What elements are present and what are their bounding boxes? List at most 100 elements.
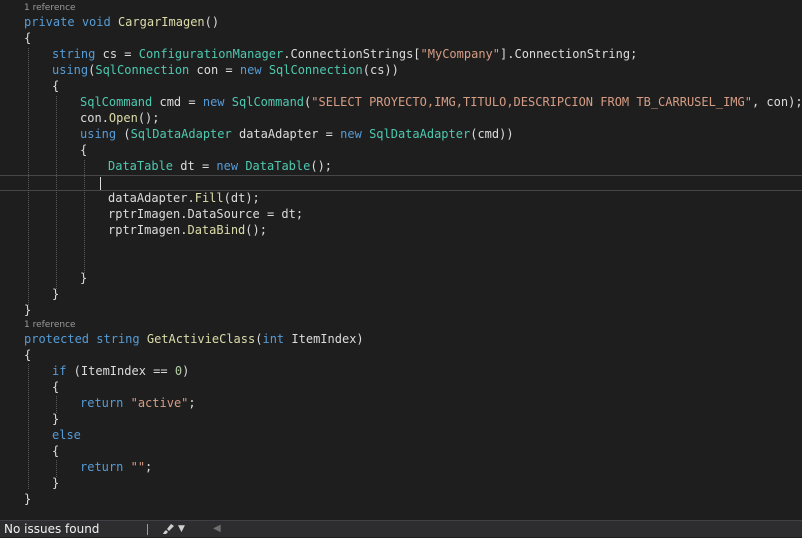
code-token: } — [80, 271, 88, 285]
code-token: "MyCompany" — [420, 47, 501, 61]
code-token: (); — [310, 159, 333, 173]
code-token: if — [52, 364, 67, 378]
code-token: . — [101, 111, 109, 125]
brush-icon[interactable] — [162, 523, 176, 535]
caret-left-icon[interactable]: ◀ — [213, 522, 221, 536]
code-line: return ""; — [80, 459, 802, 475]
code-token: )) — [384, 63, 399, 77]
code-token: return — [80, 460, 124, 474]
code-line: } — [24, 491, 802, 507]
code-token: Fill — [194, 191, 224, 205]
code-token: new — [202, 95, 225, 109]
code-editor[interactable]: 1 reference 1 reference private void Car… — [0, 0, 802, 520]
code-line: } — [80, 270, 802, 286]
code-token: ) — [356, 332, 364, 346]
code-line: rptrImagen.DataBind(); — [108, 222, 802, 238]
code-token: ( — [66, 364, 81, 378]
code-token: 0 — [174, 364, 183, 378]
code-line: } — [24, 302, 802, 318]
code-line: } — [52, 411, 802, 427]
code-token: } — [24, 492, 32, 506]
code-token: cmd — [159, 95, 182, 109]
code-token: () — [204, 15, 220, 29]
code-token: "active" — [130, 396, 189, 410]
code-token: } — [52, 287, 60, 301]
code-line: { — [52, 379, 802, 395]
code-token: = — [218, 63, 240, 77]
issues-status[interactable]: No issues found — [4, 522, 99, 537]
code-token: (); — [137, 111, 160, 125]
code-token: { — [52, 444, 60, 458]
code-token: GetActivieClass — [146, 332, 256, 346]
code-token: ItemIndex — [291, 332, 357, 346]
code-line: dataAdapter.Fill(dt); — [108, 190, 802, 206]
code-token: [ — [413, 47, 421, 61]
code-token: Open — [108, 111, 138, 125]
code-token: DataSource — [187, 207, 260, 221]
code-token: new — [340, 127, 362, 141]
code-token: )) — [499, 127, 514, 141]
code-token: ); — [788, 95, 802, 109]
code-token: else — [52, 428, 81, 442]
code-token: DataTable — [108, 159, 174, 173]
code-token: con — [80, 111, 102, 125]
code-line: con.Open(); — [80, 110, 802, 126]
code-lens-references[interactable]: 1 reference — [24, 319, 76, 331]
code-token: ); — [245, 191, 260, 205]
code-line: SqlCommand cmd = new SqlCommand("SELECT … — [80, 94, 802, 110]
indent-guide — [28, 48, 29, 305]
code-token: SqlConnection — [95, 63, 190, 77]
code-token: dt — [180, 159, 195, 173]
code-token: rptrImagen — [108, 223, 181, 237]
code-token: void — [81, 15, 111, 29]
code-token: SqlCommand — [80, 95, 153, 109]
code-token: using — [52, 63, 89, 77]
indent-guide — [56, 96, 57, 289]
status-separator — [147, 524, 148, 535]
code-token: } — [52, 476, 60, 490]
code-lens-references[interactable]: 1 reference — [24, 2, 76, 14]
code-line: } — [52, 475, 802, 491]
code-token: dt — [230, 191, 246, 205]
code-line: using (SqlDataAdapter dataAdapter = new … — [80, 126, 802, 142]
code-token: ItemIndex — [80, 364, 146, 378]
status-bar: No issues found ▼ ◀ — [0, 520, 802, 537]
code-token: int — [262, 332, 285, 346]
code-token: DataBind — [187, 223, 246, 237]
code-line: DataTable dt = new DataTable(); — [108, 158, 802, 174]
code-token: { — [52, 380, 60, 394]
code-token: dt — [281, 207, 296, 221]
code-token: dataAdapter — [108, 191, 188, 205]
code-token: string — [96, 332, 140, 346]
code-token: { — [52, 79, 60, 93]
code-token: ( — [362, 63, 370, 77]
code-token: new — [239, 63, 262, 77]
code-line: protected string GetActivieClass(int Ite… — [24, 331, 802, 347]
code-token: SqlCommand — [231, 95, 305, 109]
code-line: { — [80, 142, 802, 158]
code-token: ConnectionStrings — [290, 47, 414, 61]
code-line: { — [52, 78, 802, 94]
code-token: ( — [116, 127, 131, 141]
code-token: ; — [295, 207, 304, 221]
code-token: private — [24, 15, 75, 29]
code-line: return "active"; — [80, 395, 802, 411]
caret-down-icon[interactable]: ▼ — [178, 523, 185, 535]
code-line: { — [52, 443, 802, 459]
code-token: ) — [182, 364, 190, 378]
code-line: rptrImagen.DataSource = dt; — [108, 206, 802, 222]
code-token: "" — [130, 460, 146, 474]
code-token: ConfigurationManager — [138, 47, 284, 61]
code-token: == — [145, 364, 175, 378]
code-token: ; — [630, 47, 638, 61]
code-token: using — [80, 127, 117, 141]
code-token: cs — [102, 47, 118, 61]
code-line: else — [52, 427, 802, 443]
